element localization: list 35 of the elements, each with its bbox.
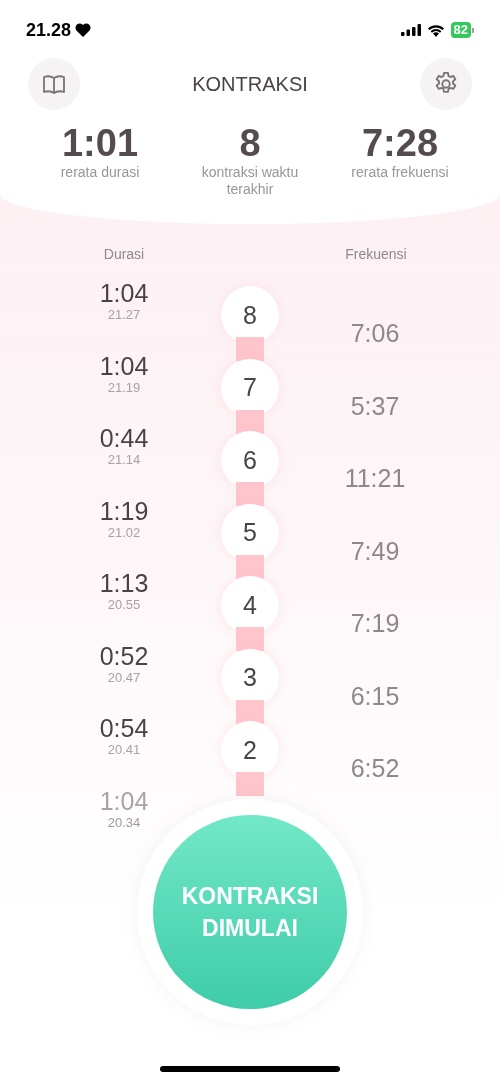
summary-label: rerata durasi <box>60 164 140 181</box>
frequency-value: 11:21 <box>344 464 406 492</box>
summary-value: 1:01 <box>61 122 139 164</box>
start-time: 20.47 <box>107 669 141 686</box>
battery-level: 82 <box>450 22 471 38</box>
start-time: 20.55 <box>107 597 141 613</box>
duration-value: 1:19 <box>99 496 149 525</box>
frequency-value: 7:19 <box>350 609 400 637</box>
start-time: 21.27 <box>107 307 141 323</box>
summary-value: 8 <box>239 122 261 164</box>
column-heading: Frekuensi <box>345 245 407 264</box>
start-contraction-button[interactable]: KONTRAKSI DIMULAI <box>153 815 347 1009</box>
start-time: 21.14 <box>107 452 141 468</box>
start-time: 20.41 <box>107 742 141 758</box>
duration-value: 0:54 <box>99 714 149 742</box>
start-time: 20.34 <box>107 814 141 831</box>
summary-value: 7:28 <box>361 122 439 164</box>
start-time: 21.02 <box>107 524 141 541</box>
frequency-value: 7:06 <box>350 319 400 347</box>
duration-value: 1:04 <box>99 279 149 307</box>
screen-title: KONTRAKSI <box>192 72 308 97</box>
status-time: 21.28 <box>26 18 72 42</box>
frequency-value: 7:49 <box>350 536 400 565</box>
frequency-value: 6:15 <box>350 681 400 710</box>
frequency-value: 5:37 <box>350 391 400 420</box>
start-time: 21.19 <box>107 379 141 396</box>
duration-value: 0:52 <box>99 641 149 670</box>
summary-label: kontraksi waktu terakhir <box>200 164 300 198</box>
duration-value: 1:13 <box>99 569 149 597</box>
duration-value: 0:44 <box>99 424 149 452</box>
summary-label: rerata frekuensi <box>351 164 449 181</box>
duration-value: 1:04 <box>99 786 149 815</box>
duration-value: 1:04 <box>99 351 149 380</box>
frequency-value: 6:52 <box>350 754 400 782</box>
column-heading: Durasi <box>103 245 145 264</box>
